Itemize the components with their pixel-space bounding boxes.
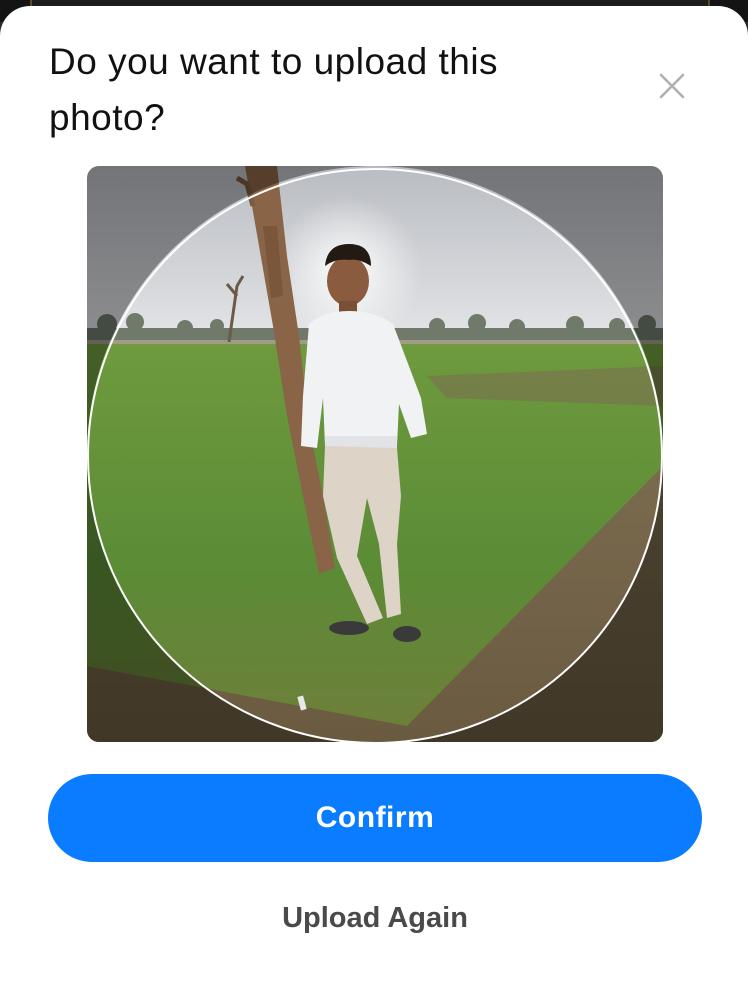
upload-confirm-sheet: Do you want to upload this photo? Confir… (0, 6, 748, 984)
confirm-button[interactable]: Confirm (48, 774, 702, 862)
photo-image (87, 166, 663, 742)
upload-again-button[interactable]: Upload Again (200, 894, 550, 942)
close-icon (659, 73, 685, 99)
photo-preview (87, 166, 663, 742)
dialog-title: Do you want to upload this photo? (49, 41, 499, 138)
close-button[interactable] (652, 66, 692, 106)
